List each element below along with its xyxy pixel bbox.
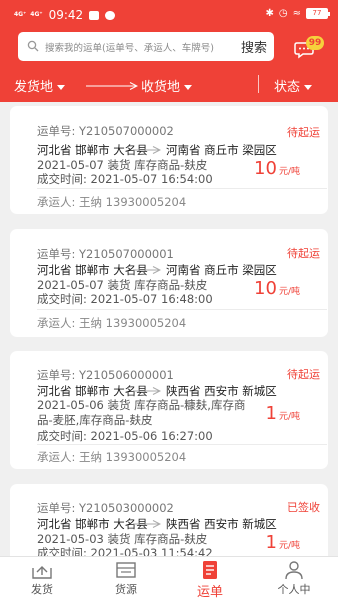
carrier-info: 承运人: 王纳 13930005204 bbox=[37, 195, 187, 209]
deal-time: 成交时间: 2021-05-07 16:48:00 bbox=[37, 292, 213, 306]
tab-me-label: 个人中 bbox=[277, 583, 311, 596]
filter-from-dropdown[interactable]: 发货地 bbox=[14, 76, 66, 95]
waybill-card[interactable]: 运单号: Y210506000001 待起运 河北省 邯郸市 大名县 陕西省 西… bbox=[10, 351, 328, 469]
tab-source-label: 货源 bbox=[115, 583, 137, 596]
origin-location: 河北省 邯郸市 大名县 bbox=[37, 384, 148, 398]
price: 1 元/吨 bbox=[266, 532, 301, 553]
price-value: 1 bbox=[265, 532, 277, 553]
signal-4g-icon: 4G⁺ bbox=[14, 11, 27, 18]
price-unit: 元/吨 bbox=[278, 412, 300, 422]
route-arrow-icon bbox=[133, 520, 161, 528]
search-icon bbox=[27, 40, 39, 52]
divider bbox=[37, 309, 327, 310]
carrier-info: 承运人: 王纳 13930005204 bbox=[37, 450, 187, 464]
divider bbox=[37, 188, 327, 189]
waybill-code: 运单号: Y210503000002 bbox=[37, 501, 174, 515]
price-unit: 元/吨 bbox=[278, 287, 300, 297]
clock: 09:42 bbox=[48, 8, 84, 22]
price-unit: 元/吨 bbox=[278, 541, 300, 551]
filter-bar: 发货地 收货地 状态 bbox=[0, 72, 338, 98]
alarm-icon: ◷ bbox=[278, 8, 288, 19]
search-button[interactable]: 搜索 bbox=[241, 37, 267, 56]
notification-app-icon-2 bbox=[105, 10, 116, 20]
deal-time: 成交时间: 2021-05-06 16:27:00 bbox=[37, 429, 213, 443]
price: 10 元/吨 bbox=[254, 278, 300, 299]
waybill-card[interactable]: 运单号: Y210507000002 待起运 河北省 邯郸市 大名县 河南省 商… bbox=[10, 106, 328, 214]
waybill-card[interactable]: 运单号: Y210507000001 待起运 河北省 邯郸市 大名县 河南省 商… bbox=[10, 229, 328, 337]
arrow-right-icon bbox=[86, 82, 138, 90]
status-bar: 4G⁺ 4G⁺ 09:42 ✱ ◷ ≈ 77 bbox=[0, 0, 338, 30]
route-arrow-icon bbox=[133, 266, 161, 274]
truck-icon bbox=[116, 562, 136, 578]
divider bbox=[37, 444, 327, 445]
carrier-info: 承运人: 王纳 13930005204 bbox=[37, 316, 187, 330]
message-badge: 99 bbox=[306, 36, 324, 50]
status-badge: 已签收 bbox=[287, 501, 320, 514]
price: 10 元/吨 bbox=[254, 158, 300, 179]
price-value: 1 bbox=[265, 403, 277, 424]
waybill-document-icon bbox=[203, 561, 217, 579]
route-arrow-icon bbox=[133, 146, 161, 154]
filter-divider bbox=[258, 75, 259, 93]
filter-status-label: 状态 bbox=[274, 80, 301, 95]
price-value: 10 bbox=[254, 278, 277, 299]
tab-ship-label: 发货 bbox=[31, 583, 53, 596]
bluetooth-icon: ✱ bbox=[265, 8, 274, 19]
filter-status-dropdown[interactable]: 状态 bbox=[274, 76, 313, 95]
bottom-tab-bar: 发货 货源 运单 个人中 bbox=[0, 556, 338, 600]
search-input[interactable]: 搜索我的运单(运单号、承运人、车牌号) bbox=[45, 40, 214, 54]
waybill-code: 运单号: Y210507000002 bbox=[37, 124, 174, 138]
status-badge: 待起运 bbox=[287, 247, 320, 260]
destination-location: 河南省 商丘市 梁园区 bbox=[166, 143, 277, 157]
header-bar: 4G⁺ 4G⁺ 09:42 ✱ ◷ ≈ 77 搜索我的运单(运单号、承运人、车牌… bbox=[0, 0, 338, 102]
price-unit: 元/吨 bbox=[278, 167, 300, 177]
waybill-code: 运单号: Y210506000001 bbox=[37, 368, 174, 382]
filter-to-label: 收货地 bbox=[141, 80, 181, 95]
destination-location: 河南省 商丘市 梁园区 bbox=[166, 263, 277, 277]
user-icon bbox=[285, 561, 303, 580]
tab-waybill[interactable]: 运单 bbox=[182, 557, 238, 600]
origin-location: 河北省 邯郸市 大名县 bbox=[37, 263, 148, 277]
destination-location: 陕西省 西安市 新城区 bbox=[166, 384, 277, 398]
filter-to-dropdown[interactable]: 收货地 bbox=[141, 76, 193, 95]
tab-ship[interactable]: 发货 bbox=[14, 557, 70, 600]
shipping-box-icon bbox=[32, 566, 52, 579]
chevron-down-icon bbox=[304, 85, 313, 90]
notification-app-icon bbox=[89, 10, 100, 20]
chevron-down-icon bbox=[57, 85, 66, 90]
status-badge: 待起运 bbox=[287, 368, 320, 381]
route-arrow-icon bbox=[133, 387, 161, 395]
signal-4g-icon-2: 4G⁺ bbox=[30, 11, 43, 18]
tab-me[interactable]: 个人中 bbox=[266, 557, 322, 600]
origin-location: 河北省 邯郸市 大名县 bbox=[37, 517, 148, 531]
destination-location: 陕西省 西安市 新城区 bbox=[166, 517, 277, 531]
price-value: 10 bbox=[254, 158, 277, 179]
chevron-down-icon bbox=[184, 85, 193, 90]
tab-waybill-label: 运单 bbox=[196, 585, 223, 600]
wifi-icon: ≈ bbox=[292, 8, 301, 19]
search-bar[interactable]: 搜索我的运单(运单号、承运人、车牌号) 搜索 bbox=[18, 32, 274, 61]
load-detail: 2021-05-06 装货 库存商品-糠麸,库存商品-麦胚,库存商品-麸皮 bbox=[37, 398, 246, 427]
origin-location: 河北省 邯郸市 大名县 bbox=[37, 143, 148, 157]
filter-from-label: 发货地 bbox=[14, 80, 54, 95]
price: 1 元/吨 bbox=[266, 403, 301, 424]
tab-source[interactable]: 货源 bbox=[98, 557, 154, 600]
waybill-code: 运单号: Y210507000001 bbox=[37, 247, 174, 261]
status-badge: 待起运 bbox=[287, 126, 320, 139]
deal-time: 成交时间: 2021-05-07 16:54:00 bbox=[37, 172, 213, 186]
battery-icon: 77 bbox=[306, 8, 330, 19]
